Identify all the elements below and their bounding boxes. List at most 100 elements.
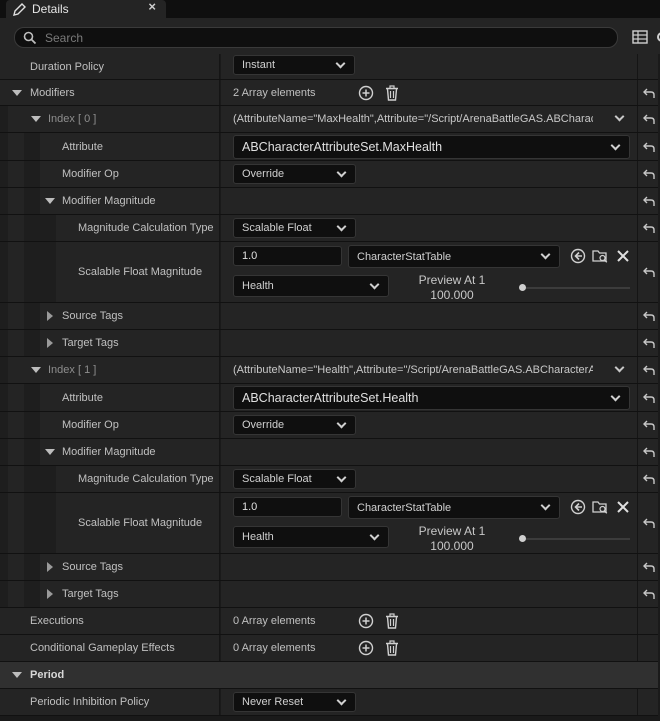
curve-table-combo[interactable]: CharacterStatTable: [348, 245, 560, 268]
reset-arrow-icon[interactable]: [643, 195, 655, 207]
scalable-value-field[interactable]: 1.0: [233, 246, 342, 266]
modifier-op-label: Modifier Op: [62, 168, 119, 180]
attribute-combo[interactable]: ABCharacterAttributeSet.MaxHealth: [233, 135, 630, 159]
chevron-down-icon[interactable]: [614, 111, 625, 122]
preview-slider[interactable]: [521, 538, 630, 540]
reset-arrow-icon[interactable]: [643, 87, 655, 99]
use-selected-icon[interactable]: [570, 248, 586, 264]
reset-arrow-icon[interactable]: [643, 561, 655, 573]
table-view-icon[interactable]: [632, 30, 648, 44]
duration-policy-combo[interactable]: Instant: [233, 55, 355, 75]
row-modifier-index-1: Index [ 1 ] (AttributeName="Health",Attr…: [0, 357, 660, 384]
reset-arrow-icon[interactable]: [643, 419, 655, 431]
modifier-1-summary: (AttributeName="Health",Attribute="/Scri…: [233, 364, 593, 376]
row-executions: Executions 0 Array elements: [0, 608, 660, 635]
trash-icon[interactable]: [384, 613, 400, 629]
plus-circle-icon[interactable]: [358, 613, 374, 629]
modifier-magnitude-label: Modifier Magnitude: [62, 195, 156, 207]
trash-icon[interactable]: [384, 84, 400, 101]
tab-bar: Details ×: [0, 0, 660, 18]
scalable-float-label: Scalable Float Magnitude: [78, 517, 203, 529]
attribute-label: Attribute: [62, 140, 103, 153]
row-name-combo[interactable]: Health: [233, 275, 389, 297]
expand-arrow-icon[interactable]: [47, 589, 53, 599]
reset-arrow-icon[interactable]: [643, 473, 655, 485]
expand-arrow-icon[interactable]: [31, 367, 41, 373]
expand-arrow-icon[interactable]: [31, 116, 41, 122]
plus-circle-icon[interactable]: [358, 640, 374, 656]
reset-arrow-icon[interactable]: [643, 337, 655, 349]
search-input[interactable]: [45, 30, 585, 45]
preview-readout: Preview At 1 100.000: [407, 273, 497, 303]
plus-circle-icon[interactable]: [358, 85, 374, 101]
reset-arrow-icon[interactable]: [643, 392, 655, 404]
trash-icon[interactable]: [384, 640, 400, 656]
source-tags-label: Source Tags: [62, 561, 123, 573]
row-modifier-op-1: Modifier Op Override: [0, 412, 660, 439]
reset-arrow-icon[interactable]: [643, 168, 655, 180]
row-modifier-index-0: Index [ 0 ] (AttributeName="MaxHealth",A…: [0, 106, 660, 133]
curve-table-combo[interactable]: CharacterStatTable: [348, 496, 560, 519]
preview-value: 100.000: [430, 539, 474, 553]
expand-arrow-icon[interactable]: [47, 338, 53, 348]
expand-arrow-icon[interactable]: [47, 311, 53, 321]
details-tab[interactable]: Details ×: [6, 0, 166, 18]
close-icon[interactable]: ×: [148, 0, 156, 14]
periodic-inhibition-label: Periodic Inhibition Policy: [30, 696, 150, 708]
expand-arrow-icon[interactable]: [12, 672, 22, 678]
row-calc-type-0: Magnitude Calculation Type Scalable Floa…: [0, 215, 660, 242]
row-duration-policy: Duration Policy Instant: [0, 54, 660, 80]
reset-arrow-icon[interactable]: [643, 517, 655, 529]
clear-x-icon[interactable]: [615, 248, 631, 264]
conditional-label: Conditional Gameplay Effects: [30, 642, 175, 654]
index-0-label: Index [ 0 ]: [48, 113, 97, 125]
attribute-combo[interactable]: ABCharacterAttributeSet.Health: [233, 386, 630, 410]
reset-arrow-icon[interactable]: [643, 310, 655, 322]
preview-readout: Preview At 1 100.000: [407, 524, 497, 554]
settings-icon[interactable]: [654, 30, 660, 44]
slider-knob[interactable]: [519, 284, 526, 291]
calc-type-combo[interactable]: Scalable Float: [233, 469, 356, 489]
expand-arrow-icon[interactable]: [45, 449, 55, 455]
reset-arrow-icon[interactable]: [643, 266, 655, 278]
row-attribute-0: Attribute ABCharacterAttributeSet.MaxHea…: [0, 133, 660, 161]
slider-knob[interactable]: [519, 535, 526, 542]
reset-arrow-icon[interactable]: [643, 446, 655, 458]
browse-folder-icon[interactable]: [592, 248, 608, 264]
search-box[interactable]: [14, 27, 618, 48]
calc-type-combo[interactable]: Scalable Float: [233, 218, 356, 238]
preview-value: 100.000: [430, 288, 474, 302]
expand-arrow-icon[interactable]: [45, 198, 55, 204]
row-target-tags-1: Target Tags: [0, 581, 660, 608]
clear-x-icon[interactable]: [615, 499, 631, 515]
executions-count: 0 Array elements: [233, 615, 316, 627]
row-source-tags-0: Source Tags: [0, 303, 660, 330]
reset-arrow-icon[interactable]: [643, 588, 655, 600]
row-modifier-magnitude-1: Modifier Magnitude: [0, 439, 660, 466]
reset-arrow-icon[interactable]: [643, 113, 655, 125]
source-tags-label: Source Tags: [62, 310, 123, 322]
category-period[interactable]: Period: [0, 662, 660, 689]
row-target-tags-0: Target Tags: [0, 330, 660, 357]
expand-arrow-icon[interactable]: [47, 562, 53, 572]
calc-type-label: Magnitude Calculation Type: [78, 473, 214, 485]
details-property-grid: Duration Policy Instant Modifiers 2 Arra…: [0, 54, 660, 721]
conditional-count: 0 Array elements: [233, 642, 316, 654]
reset-arrow-icon[interactable]: [643, 141, 655, 153]
use-selected-icon[interactable]: [570, 499, 586, 515]
row-scalable-float-0: Scalable Float Magnitude 1.0 CharacterSt…: [0, 242, 660, 303]
reset-arrow-icon[interactable]: [643, 222, 655, 234]
expand-arrow-icon[interactable]: [12, 89, 22, 96]
row-name-combo[interactable]: Health: [233, 526, 389, 548]
row-periodic-inhibition: Periodic Inhibition Policy Never Reset: [0, 689, 660, 716]
reset-arrow-icon[interactable]: [643, 364, 655, 376]
periodic-inhibition-combo[interactable]: Never Reset: [233, 692, 356, 712]
modifier-op-combo[interactable]: Override: [233, 415, 356, 435]
modifier-op-combo[interactable]: Override: [233, 164, 356, 184]
chevron-down-icon[interactable]: [614, 362, 625, 373]
browse-folder-icon[interactable]: [592, 499, 608, 515]
duration-policy-label: Duration Policy: [30, 60, 104, 73]
row-source-tags-1: Source Tags: [0, 554, 660, 581]
scalable-value-field[interactable]: 1.0: [233, 497, 342, 517]
preview-slider[interactable]: [521, 287, 630, 289]
